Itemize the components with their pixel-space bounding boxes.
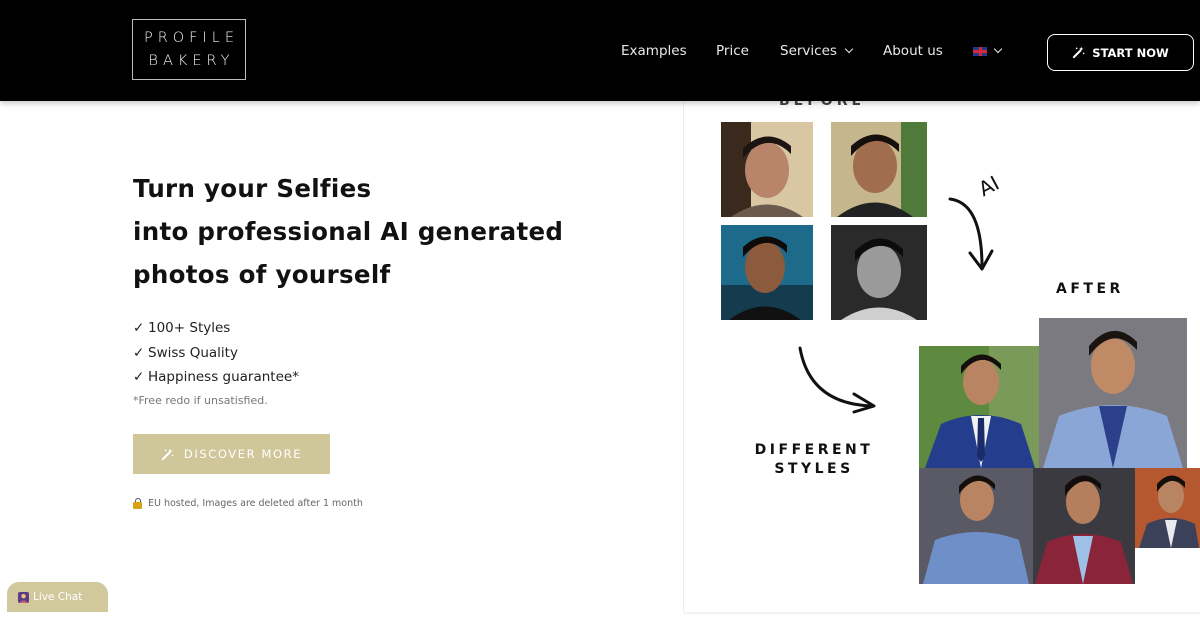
hero-title: Turn your Selfies into professional AI g… xyxy=(133,167,653,296)
different-styles-line-2: STYLES xyxy=(774,461,854,477)
feature-label: Happiness guarantee* xyxy=(148,369,299,385)
before-label: BEFORE xyxy=(779,101,866,109)
live-chat-button[interactable]: Live Chat xyxy=(7,582,108,612)
ai-portrait xyxy=(919,468,1033,584)
hero-title-line-3: photos of yourself xyxy=(133,260,391,289)
start-now-button[interactable]: START NOW xyxy=(1047,34,1194,71)
eu-hosting-note: EU hosted, Images are deleted after 1 mo… xyxy=(133,498,363,509)
nav-about-label: About us xyxy=(883,43,943,59)
check-icon: ✓ xyxy=(133,344,145,361)
discover-more-button[interactable]: DISCOVER MORE xyxy=(133,434,330,474)
nav-about[interactable]: About us xyxy=(883,40,943,62)
check-icon: ✓ xyxy=(133,369,145,385)
selfie-photo xyxy=(721,225,813,320)
site-header: PROFILE BAKERY Examples Price Services A… xyxy=(0,0,1200,101)
magic-wand-icon xyxy=(161,448,174,460)
nav-examples[interactable]: Examples xyxy=(621,40,687,62)
after-label: AFTER xyxy=(1056,281,1124,297)
ai-portrait xyxy=(1135,468,1200,548)
feature-item: ✓ 100+ Styles xyxy=(133,316,299,341)
main-nav: Examples Price Services About us xyxy=(0,40,1200,62)
chevron-down-icon xyxy=(844,44,854,54)
nav-examples-label: Examples xyxy=(621,43,687,59)
feature-item: ✓ Swiss Quality xyxy=(133,341,299,366)
start-now-label: START NOW xyxy=(1092,45,1169,60)
hero-title-line-2: into professional AI generated xyxy=(133,217,564,246)
arrow-icon xyxy=(948,197,994,271)
uk-flag-icon xyxy=(973,47,987,56)
guarantee-footnote: *Free redo if unsatisfied. xyxy=(133,394,268,407)
nav-price-label: Price xyxy=(716,43,749,59)
selfie-photo xyxy=(721,122,813,217)
check-icon: ✓ xyxy=(133,320,145,336)
arrow-icon xyxy=(798,346,876,414)
chevron-down-icon xyxy=(993,44,1003,54)
live-chat-label: Live Chat xyxy=(33,591,83,603)
different-styles-label: DIFFERENT STYLES xyxy=(744,441,884,479)
different-styles-line-1: DIFFERENT xyxy=(754,442,874,458)
hero-title-line-1: Turn your Selfies xyxy=(133,174,372,203)
language-selector[interactable] xyxy=(973,40,1003,62)
ai-portrait xyxy=(919,346,1039,468)
before-after-panel: BEFORE AI AFTER DIFFERENT STYLES xyxy=(684,101,1200,612)
chat-avatar-icon xyxy=(18,591,29,603)
nav-price[interactable]: Price xyxy=(716,40,749,62)
lock-icon xyxy=(133,498,142,509)
feature-label: 100+ Styles xyxy=(148,320,231,336)
selfie-photo xyxy=(831,225,927,320)
nav-services-label: Services xyxy=(780,43,837,59)
ai-portrait xyxy=(1039,318,1187,468)
selfie-photo xyxy=(831,122,927,217)
feature-item: ✓ Happiness guarantee* xyxy=(133,365,299,390)
feature-label: Swiss Quality xyxy=(148,344,238,361)
ai-portrait xyxy=(1033,468,1135,584)
feature-list: ✓ 100+ Styles ✓ Swiss Quality ✓ Happiness g… xyxy=(133,316,299,390)
magic-wand-icon xyxy=(1073,46,1085,59)
nav-services[interactable]: Services xyxy=(780,40,854,62)
eu-hosting-text: EU hosted, Images are deleted after 1 mo… xyxy=(148,498,363,509)
discover-more-label: DISCOVER MORE xyxy=(183,447,303,461)
